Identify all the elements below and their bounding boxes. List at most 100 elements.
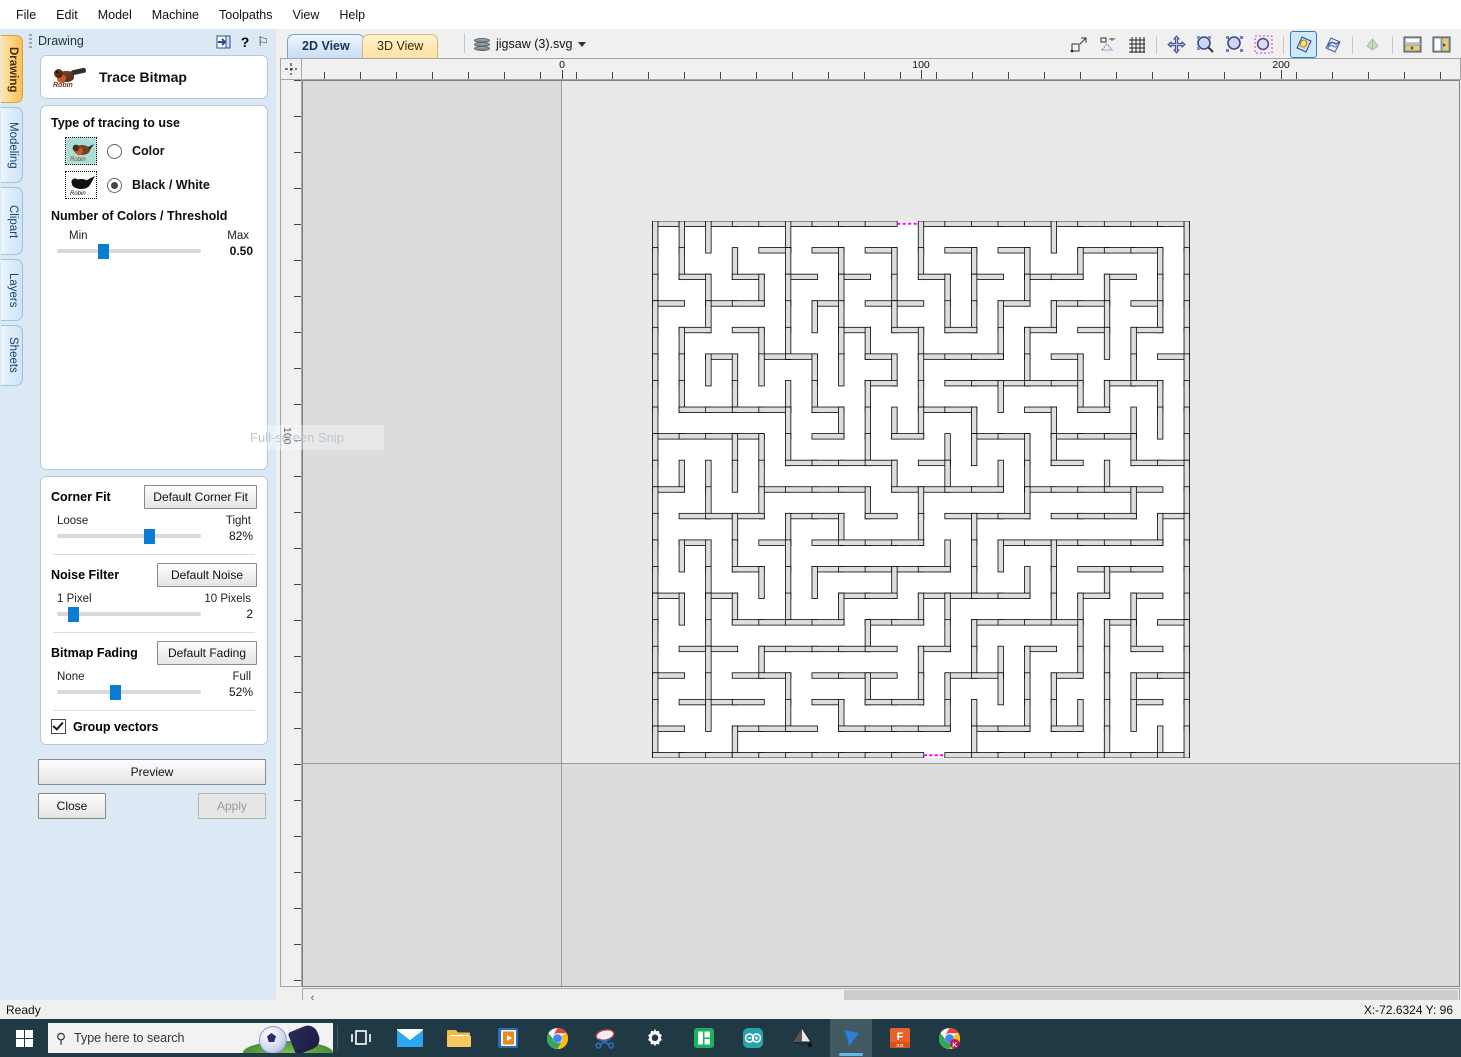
ruler-tick <box>294 656 301 657</box>
tab-3d-view[interactable]: 3D View <box>362 34 439 59</box>
windows-start-icon[interactable] <box>0 1019 48 1057</box>
ruler-tick <box>1008 72 1009 79</box>
soccer-ball-icon <box>259 1026 287 1053</box>
ruler-tick <box>756 72 757 79</box>
ruler-tick <box>936 72 937 79</box>
menu-item-view[interactable]: View <box>283 4 330 26</box>
help-icon[interactable]: ? <box>237 34 253 50</box>
threshold-slider[interactable] <box>57 243 201 259</box>
auto-hide-icon[interactable] <box>216 34 232 50</box>
side-tab-layers[interactable]: Layers <box>1 259 23 321</box>
noise-filter-slider[interactable] <box>57 606 201 622</box>
side-tab-clipart[interactable]: Clipart <box>1 187 23 256</box>
zoom-extents-icon[interactable] <box>1192 31 1219 58</box>
cursor-coordinates: X:-72.6324 Y: 96 <box>1363 1003 1453 1017</box>
horizontal-ruler[interactable]: 0 100 200 <box>302 58 1461 80</box>
menu-item-model[interactable]: Model <box>88 4 142 26</box>
divider <box>1352 35 1353 54</box>
radio-black-white-label: Black / White <box>132 178 210 192</box>
ruler-tick <box>294 908 301 909</box>
chrome-kids-icon[interactable]: K <box>928 1019 970 1057</box>
tab-2d-view[interactable]: 2D View <box>287 34 365 59</box>
default-noise-button[interactable]: Default Noise <box>157 563 257 587</box>
radio-black-white[interactable] <box>107 177 122 193</box>
drawing-canvas[interactable] <box>302 80 1460 987</box>
side-tab-drawing[interactable]: Drawing <box>1 35 23 104</box>
toggle-vectors-icon[interactable] <box>1319 31 1346 58</box>
black-white-sample-icon: Robin <box>65 171 97 199</box>
scale-to-fit-icon[interactable] <box>1065 31 1092 58</box>
search-icon: ⚲ <box>55 1029 67 1046</box>
apply-button[interactable]: Apply <box>198 793 266 819</box>
menu-item-edit[interactable]: Edit <box>46 4 88 26</box>
ruler-tick <box>294 188 301 189</box>
noise-filter-low-label: 1 Pixel <box>57 593 92 605</box>
arduino-icon[interactable] <box>732 1019 774 1057</box>
menu-item-machine[interactable]: Machine <box>142 4 209 26</box>
ruler-tick <box>921 70 922 79</box>
vertical-ruler[interactable]: 100 <box>280 80 302 987</box>
panel-title: Drawing <box>38 34 84 48</box>
fusion360-icon[interactable]: Frus <box>879 1019 921 1057</box>
task-view-icon[interactable] <box>340 1019 382 1057</box>
preview-button[interactable]: Preview <box>38 759 266 785</box>
menu-item-help[interactable]: Help <box>329 4 375 26</box>
maze-vector-object[interactable] <box>563 221 1279 758</box>
toggle-solid-icon[interactable] <box>1359 31 1386 58</box>
ruler-tick <box>294 152 301 153</box>
ruler-tick <box>1116 72 1117 79</box>
group-vectors-label: Group vectors <box>73 719 159 734</box>
menu-item-file[interactable]: File <box>6 4 46 26</box>
main-area: 2D View 3D View jigsaw (3).svg 0 100 200 1… <box>276 29 1461 1009</box>
radio-row-color[interactable]: Robin Color <box>65 137 257 165</box>
zoom-box-icon[interactable] <box>1250 31 1277 58</box>
group-vectors-row[interactable]: Group vectors <box>51 719 257 734</box>
inkscape-icon[interactable] <box>781 1019 823 1057</box>
two-view-vertical-icon[interactable] <box>1428 31 1455 58</box>
radio-color-label: Color <box>132 144 165 158</box>
document-selector[interactable]: jigsaw (3).svg <box>474 37 587 51</box>
default-fading-button[interactable]: Default Fading <box>157 641 257 665</box>
settings-gear-icon[interactable] <box>634 1019 676 1057</box>
radio-color[interactable] <box>107 143 122 159</box>
ruler-corner[interactable] <box>280 58 302 80</box>
sheet-origin-line-h <box>303 763 1459 764</box>
google-chrome-icon[interactable] <box>536 1019 578 1057</box>
media-player-icon[interactable] <box>487 1019 529 1057</box>
file-explorer-icon[interactable] <box>438 1019 480 1057</box>
group-vectors-checkbox[interactable] <box>51 719 66 734</box>
side-tab-modeling[interactable]: Modeling <box>1 107 23 183</box>
cricut-design-icon[interactable] <box>585 1019 627 1057</box>
bitmap-fading-slider[interactable] <box>57 684 201 700</box>
ruler-tick <box>828 72 829 79</box>
pin-icon[interactable]: ⚐ <box>255 34 271 50</box>
mail-icon[interactable] <box>389 1019 431 1057</box>
pan-view-icon[interactable] <box>1163 31 1190 58</box>
side-tab-sheets[interactable]: Sheets <box>1 324 23 386</box>
bitmap-fading-low-label: None <box>57 671 85 683</box>
toggle-bitmap-icon[interactable] <box>1290 31 1317 58</box>
drawing-panel: Drawing ? ⚐ Robin Trace Bitmap Type of t… <box>26 29 276 1009</box>
menu-item-toolpaths[interactable]: Toolpaths <box>209 4 283 26</box>
svg-text:rus: rus <box>897 1043 904 1049</box>
robin-logo-icon: Robin <box>51 65 89 89</box>
easel-app-icon[interactable] <box>683 1019 725 1057</box>
corner-fit-slider[interactable] <box>57 528 201 544</box>
ruler-tick <box>294 728 301 729</box>
svg-text:Robin: Robin <box>70 191 86 197</box>
zoom-selected-icon[interactable] <box>1221 31 1248 58</box>
ruler-tick <box>1332 72 1333 79</box>
default-corner-fit-button[interactable]: Default Corner Fit <box>144 485 257 509</box>
toggle-grid-icon[interactable] <box>1123 31 1150 58</box>
align-objects-icon[interactable] <box>1094 31 1121 58</box>
divider <box>53 710 255 711</box>
radio-row-bw[interactable]: Robin Black / White <box>65 171 257 199</box>
windows-taskbar: ⚲ Type here to search Frus K <box>0 1019 1461 1057</box>
chevron-down-icon[interactable] <box>578 41 587 47</box>
vcarve-icon[interactable] <box>830 1019 872 1057</box>
two-view-horizontal-icon[interactable] <box>1399 31 1426 58</box>
close-button[interactable]: Close <box>38 793 106 819</box>
corner-fit-value: 82% <box>228 529 253 543</box>
search-input[interactable]: ⚲ Type here to search <box>48 1023 333 1053</box>
panel-grip[interactable] <box>29 34 32 50</box>
